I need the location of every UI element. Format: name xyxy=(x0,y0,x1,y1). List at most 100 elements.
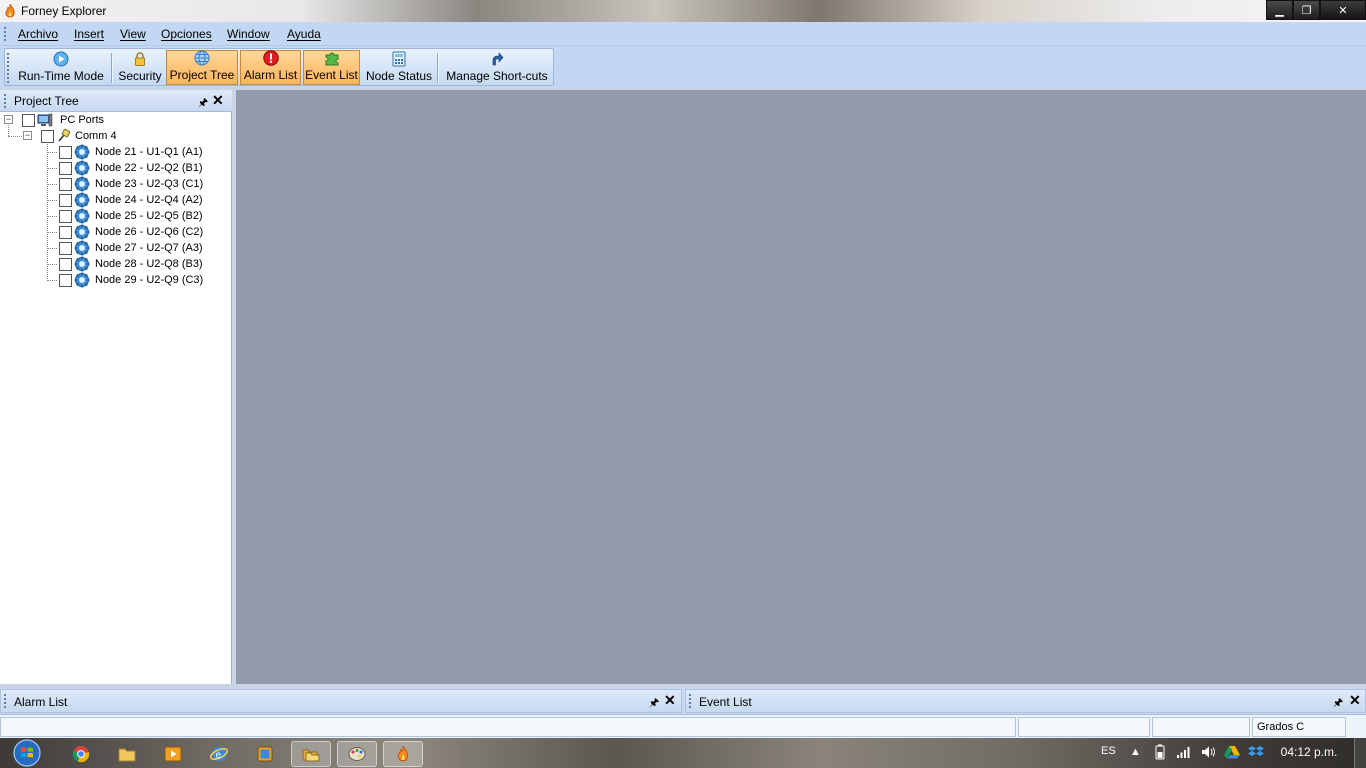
tree-item-node[interactable]: Node 25 - U2-Q5 (B2) xyxy=(59,208,203,224)
taskbar-ie[interactable]: e xyxy=(199,741,239,767)
menu-insert[interactable]: Insert xyxy=(74,27,104,41)
main-toolbar: Run-Time Mode Security Project Tree Alar… xyxy=(4,48,554,86)
taskbar-app[interactable] xyxy=(245,741,285,767)
toolbar-separator xyxy=(111,53,112,83)
network-signal-icon[interactable] xyxy=(1176,745,1192,762)
gear-icon xyxy=(74,144,90,160)
pin-icon[interactable]: 🖈 xyxy=(1333,694,1343,713)
security-label: Security xyxy=(118,69,162,83)
computer-icon xyxy=(37,113,53,127)
event-list-panel: Event List 🖈 ✕ xyxy=(685,689,1366,713)
tree-checkbox[interactable] xyxy=(59,161,72,175)
event-list-title: Event List xyxy=(699,695,752,709)
tree-item-node[interactable]: Node 24 - U2-Q4 (A2) xyxy=(59,192,203,208)
tree-checkbox[interactable] xyxy=(59,257,72,271)
calculator-icon xyxy=(391,51,407,67)
taskbar-clock[interactable]: 04:12 p.m. xyxy=(1274,745,1344,759)
tree-checkbox[interactable] xyxy=(59,225,72,239)
tree-checkbox[interactable] xyxy=(59,273,72,287)
panel-grip[interactable] xyxy=(4,94,6,108)
project-tree-panel: Project Tree 🖈 ✕ − PC Ports − Comm 4 Nod… xyxy=(0,90,232,684)
tree-checkbox[interactable] xyxy=(59,145,72,159)
tree-item-node[interactable]: Node 29 - U2-Q9 (C3) xyxy=(59,272,203,288)
taskbar-file-manager[interactable] xyxy=(291,741,331,767)
units-label: Grados C xyxy=(1257,721,1305,733)
dropbox-icon[interactable] xyxy=(1248,745,1264,762)
flame-icon xyxy=(397,745,409,762)
volume-icon[interactable] xyxy=(1201,745,1217,762)
tree-label: Node 28 - U2-Q8 (B3) xyxy=(95,258,203,270)
taskbar-media-player[interactable] xyxy=(153,741,193,767)
tree-checkbox[interactable] xyxy=(59,193,72,207)
menu-ayuda[interactable]: Ayuda xyxy=(287,27,321,41)
tree-label: Comm 4 xyxy=(75,130,117,142)
close-icon[interactable]: ✕ xyxy=(664,692,676,709)
tree-label: Node 26 - U2-Q6 (C2) xyxy=(95,226,204,238)
close-button[interactable]: ✕ xyxy=(1320,0,1366,20)
tree-item-pc-ports[interactable]: − PC Ports xyxy=(4,112,104,128)
folder-icon xyxy=(118,748,136,762)
restore-button[interactable]: ❐ xyxy=(1293,0,1320,20)
event-list-button[interactable]: Event List xyxy=(303,50,360,85)
security-button[interactable]: Security xyxy=(115,50,165,85)
status-bar: Grados C xyxy=(0,714,1366,738)
tree-item-comm-4[interactable]: − Comm 4 xyxy=(23,128,117,144)
collapse-icon[interactable]: − xyxy=(4,115,13,124)
tree-item-node[interactable]: Node 28 - U2-Q8 (B3) xyxy=(59,256,203,272)
close-icon[interactable]: ✕ xyxy=(212,92,224,109)
toolbar-separator xyxy=(437,53,438,83)
status-units: Grados C xyxy=(1252,717,1346,737)
window-title: Forney Explorer xyxy=(21,4,107,18)
panel-grip[interactable] xyxy=(4,694,6,708)
title-bar: Forney Explorer ▁ ❐ ✕ xyxy=(0,0,1366,22)
taskbar-forney-explorer[interactable] xyxy=(383,741,423,767)
node-status-button[interactable]: Node Status xyxy=(364,50,434,85)
menu-window[interactable]: Window xyxy=(227,27,270,41)
show-hidden-icons[interactable]: ▲ xyxy=(1130,746,1141,758)
tree-checkbox[interactable] xyxy=(22,113,35,127)
pin-icon[interactable]: 🖈 xyxy=(198,94,208,113)
start-button[interactable] xyxy=(8,738,46,768)
tree-checkbox[interactable] xyxy=(59,209,72,223)
tree-item-node[interactable]: Node 21 - U1-Q1 (A1) xyxy=(59,144,203,160)
tree-item-node[interactable]: Node 26 - U2-Q6 (C2) xyxy=(59,224,203,240)
manage-shortcuts-button[interactable]: Manage Short-cuts xyxy=(443,50,551,85)
menu-opciones[interactable]: Opciones xyxy=(161,27,212,41)
toolbar-grip[interactable] xyxy=(7,53,9,83)
alarm-list-label: Alarm List xyxy=(243,68,298,82)
project-tree-header: Project Tree 🖈 ✕ xyxy=(0,90,232,112)
panel-grip[interactable] xyxy=(689,694,691,708)
tree-connector xyxy=(47,280,57,281)
serial-port-icon xyxy=(58,128,71,142)
menu-grip[interactable] xyxy=(4,27,6,41)
window-controls: ▁ ❐ ✕ xyxy=(1266,0,1366,20)
project-tree-button[interactable]: Project Tree xyxy=(166,50,238,85)
taskbar-paint[interactable] xyxy=(337,741,377,767)
pin-icon[interactable]: 🖈 xyxy=(649,694,659,713)
close-icon[interactable]: ✕ xyxy=(1349,692,1361,709)
tree-checkbox[interactable] xyxy=(59,177,72,191)
alarm-list-panel: Alarm List 🖈 ✕ xyxy=(0,689,682,713)
google-drive-icon[interactable] xyxy=(1224,745,1240,762)
menu-archivo[interactable]: Archivo xyxy=(18,27,58,41)
collapse-icon[interactable]: − xyxy=(23,131,32,140)
show-desktop-button[interactable] xyxy=(1354,738,1366,768)
tree-label: Node 29 - U2-Q9 (C3) xyxy=(95,274,204,286)
taskbar-chrome[interactable] xyxy=(61,741,101,767)
gear-icon xyxy=(74,272,90,288)
mdi-workspace[interactable] xyxy=(234,90,1366,684)
tree-item-node[interactable]: Node 23 - U2-Q3 (C1) xyxy=(59,176,203,192)
tree-checkbox[interactable] xyxy=(59,241,72,255)
menu-bar: Archivo Insert View Opciones Window Ayud… xyxy=(0,22,1366,46)
status-panel xyxy=(0,717,1016,737)
alarm-list-button[interactable]: Alarm List xyxy=(240,50,301,85)
minimize-button[interactable]: ▁ xyxy=(1266,0,1293,20)
tree-item-node[interactable]: Node 27 - U2-Q7 (A3) xyxy=(59,240,203,256)
taskbar-explorer[interactable] xyxy=(107,741,147,767)
tree-checkbox[interactable] xyxy=(41,129,54,143)
language-indicator[interactable]: ES xyxy=(1101,745,1116,757)
battery-icon[interactable] xyxy=(1154,744,1166,763)
menu-view[interactable]: View xyxy=(120,27,146,41)
tree-item-node[interactable]: Node 22 - U2-Q2 (B1) xyxy=(59,160,203,176)
run-time-mode-button[interactable]: Run-Time Mode xyxy=(11,50,111,85)
